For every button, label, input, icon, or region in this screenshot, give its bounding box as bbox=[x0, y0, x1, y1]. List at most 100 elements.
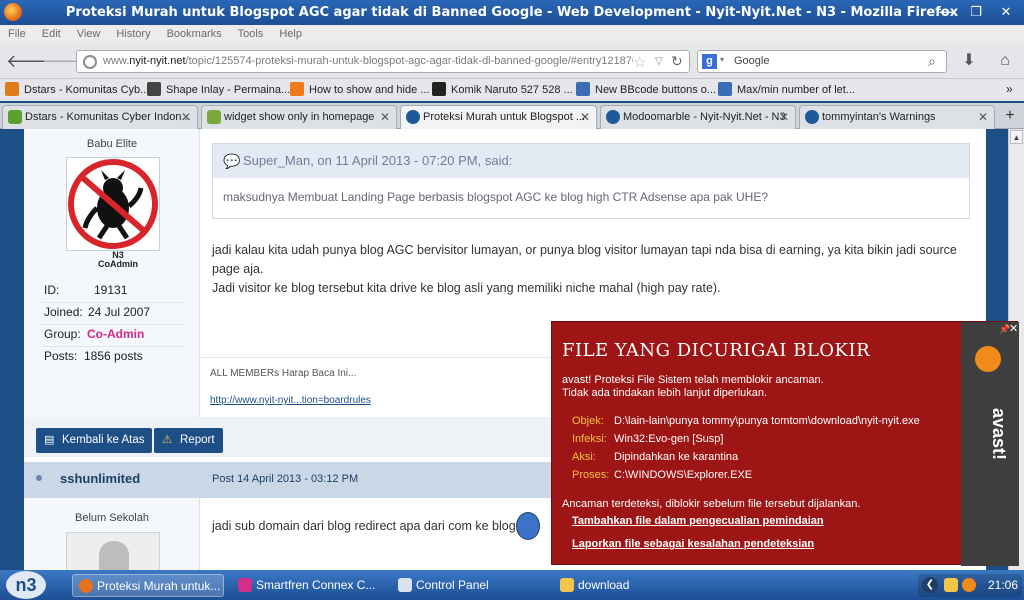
window-title: Proteksi Murah untuk Blogspot AGC agar t… bbox=[65, 5, 959, 20]
menu-bar: File Edit View History Bookmarks Tools Help bbox=[0, 25, 1024, 43]
menu-file[interactable]: File bbox=[8, 28, 26, 40]
bookmark-item[interactable]: How to show and hide ... bbox=[290, 82, 429, 98]
menu-view[interactable]: View bbox=[77, 28, 101, 40]
scroll-up-arrow-icon[interactable]: ▲ bbox=[1010, 130, 1023, 144]
tab-close-icon[interactable]: ✕ bbox=[779, 106, 789, 128]
chevron-right-icon[interactable]: » bbox=[1006, 82, 1013, 96]
blogger-icon bbox=[290, 82, 304, 96]
download-icon[interactable]: ⬇ bbox=[958, 51, 980, 71]
alert-message: Tidak ada tindakan lebih lanjut diperluk… bbox=[562, 387, 768, 399]
search-input[interactable]: Google bbox=[734, 55, 769, 67]
url-text[interactable]: www.nyit-nyit.net/topic/125574-proteksi-… bbox=[103, 55, 633, 67]
tab-close-icon[interactable]: ✕ bbox=[380, 106, 390, 128]
taskbar-item[interactable]: Smartfren Connex C... bbox=[232, 574, 382, 597]
dropdown-arrow-icon[interactable]: ▽ bbox=[655, 56, 663, 67]
search-engine-dropdown-icon[interactable]: ▾ bbox=[720, 55, 724, 64]
tab[interactable]: Dstars - Komunitas Cyber Indon... ✕ bbox=[2, 105, 198, 129]
avast-tray-icon[interactable] bbox=[962, 578, 976, 592]
bookmark-item[interactable]: Max/min number of let... bbox=[718, 82, 855, 98]
bm-icon bbox=[432, 82, 446, 96]
menu-tools[interactable]: Tools bbox=[238, 28, 264, 40]
bookmark-item[interactable]: Shape Inlay - Permaina... bbox=[147, 82, 290, 98]
stat-label: ID: bbox=[44, 283, 60, 297]
alert-title: FILE YANG DICURIGAI BLOKIR bbox=[562, 340, 871, 361]
tab[interactable]: tommyintan's Warnings ✕ bbox=[799, 105, 995, 129]
minimize-icon[interactable]: — bbox=[936, 3, 956, 21]
tab-active[interactable]: Proteksi Murah untuk Blogspot ... ✕ bbox=[400, 105, 597, 129]
quote-text: maksudnya Membuat Landing Page berbasis … bbox=[223, 190, 768, 204]
close-icon[interactable]: ✕ bbox=[996, 3, 1016, 21]
status-dot-icon bbox=[36, 475, 42, 481]
report-false-positive-link[interactable]: Laporkan file sebagai kesalahan pendetek… bbox=[572, 538, 814, 550]
tab-favicon-icon bbox=[606, 110, 620, 124]
tab[interactable]: widget show only in homepage ✕ bbox=[201, 105, 397, 129]
bookmark-item[interactable]: Komik Naruto 527 528 ... bbox=[432, 82, 573, 98]
post-date[interactable]: Post 14 April 2013 - 03:12 PM bbox=[212, 473, 358, 485]
tray-expand-icon[interactable]: ❮ bbox=[922, 577, 938, 593]
stat-row: Posts: 1856 posts bbox=[42, 347, 184, 369]
post-paragraph: jadi kalau kita udah punya blog AGC berv… bbox=[212, 243, 957, 276]
smartfren-icon bbox=[238, 578, 252, 592]
page-icon bbox=[718, 82, 732, 96]
forward-arrow-icon[interactable]: 🡒 bbox=[42, 51, 90, 71]
navigation-toolbar: 🡐 🡒 www.nyit-nyit.net/topic/125574-prote… bbox=[0, 43, 1024, 79]
menu-edit[interactable]: Edit bbox=[42, 28, 61, 40]
firefox-icon bbox=[79, 579, 93, 593]
avast-logo-icon bbox=[975, 346, 1001, 372]
stat-row: ID: 19131 bbox=[42, 281, 184, 303]
quote-header: 💬 Super_Man, on 11 April 2013 - 07:20 PM… bbox=[213, 144, 969, 178]
detail-row: Aksi: Dipindahkan ke karantina bbox=[572, 451, 739, 463]
tab-close-icon[interactable]: ✕ bbox=[181, 106, 191, 128]
menu-help[interactable]: Help bbox=[279, 28, 302, 40]
tab-close-icon[interactable]: ✕ bbox=[978, 106, 988, 128]
avatar[interactable] bbox=[66, 157, 160, 251]
page-icon bbox=[576, 82, 590, 96]
popup-close-icon[interactable]: ✕ bbox=[1009, 322, 1018, 335]
taskbar-item[interactable]: Control Panel bbox=[392, 574, 542, 597]
signature-link[interactable]: http://www.nyit-nyit...tion=boardrules bbox=[210, 395, 371, 406]
url-bar[interactable]: www.nyit-nyit.net/topic/125574-proteksi-… bbox=[76, 50, 690, 73]
taskbar-item[interactable]: Proteksi Murah untuk... bbox=[72, 574, 224, 597]
taskbar-item[interactable]: download bbox=[554, 574, 704, 597]
add-exclusion-link[interactable]: Tambahkan file dalam pengecualian pemind… bbox=[572, 515, 824, 527]
post-body: jadi sub domain dari blog redirect apa d… bbox=[212, 519, 516, 533]
menu-bookmarks[interactable]: Bookmarks bbox=[167, 28, 222, 40]
report-button[interactable]: ⚠ Report bbox=[154, 428, 223, 453]
back-arrow-icon[interactable]: 🡐 bbox=[6, 51, 54, 71]
quote-citation: Super_Man, on 11 April 2013 - 07:20 PM, … bbox=[243, 153, 513, 168]
menu-history[interactable]: History bbox=[116, 28, 150, 40]
avast-wordmark: avast! bbox=[989, 408, 1009, 461]
clock[interactable]: 21:06 bbox=[988, 578, 1018, 592]
bookmark-item[interactable]: Dstars - Komunitas Cyb... bbox=[5, 82, 149, 98]
bookmark-star-icon[interactable]: ☆ bbox=[633, 53, 646, 71]
magnifier-icon[interactable]: ⌕ bbox=[928, 53, 936, 70]
tab-favicon-icon bbox=[805, 110, 819, 124]
no-devil-avatar-icon bbox=[68, 159, 158, 249]
avatar[interactable] bbox=[66, 532, 160, 570]
back-to-top-button[interactable]: ▤ Kembali ke Atas bbox=[36, 428, 153, 453]
stat-label: Posts: bbox=[44, 349, 78, 363]
detail-row: Infeksi: Win32:Evo-gen [Susp] bbox=[572, 433, 724, 445]
default-avatar-icon bbox=[99, 541, 129, 570]
google-icon[interactable]: g bbox=[702, 54, 717, 69]
maximize-icon[interactable]: ❐ bbox=[966, 3, 986, 21]
member-rank: Belum Sekolah bbox=[75, 512, 149, 524]
tab[interactable]: Modoomarble - Nyit-Nyit.Net - N3 ✕ bbox=[600, 105, 796, 129]
new-tab-plus-icon[interactable]: + bbox=[1000, 107, 1020, 127]
avast-alert-popup: FILE YANG DICURIGAI BLOKIR avast! Protek… bbox=[551, 321, 1019, 566]
network-icon[interactable] bbox=[944, 578, 958, 592]
stat-row: Joined: 24 Jul 2007 bbox=[42, 303, 184, 325]
speech-bubble-icon: 💬 bbox=[223, 153, 241, 169]
bookmark-item[interactable]: New BBcode buttons o... bbox=[576, 82, 716, 98]
reload-icon[interactable]: ↻ bbox=[671, 53, 683, 70]
search-bar[interactable]: g ▾ Google ⌕ bbox=[697, 50, 947, 73]
quote-block: 💬 Super_Man, on 11 April 2013 - 07:20 PM… bbox=[212, 143, 970, 219]
site-identity-icon[interactable] bbox=[83, 55, 97, 69]
post-author[interactable]: sshunlimited bbox=[60, 471, 140, 486]
detail-row: Proses: C:\WINDOWS\Explorer.EXE bbox=[572, 469, 753, 481]
tab-close-icon[interactable]: ✕ bbox=[580, 106, 590, 128]
stat-value: 1856 posts bbox=[84, 349, 143, 363]
home-icon[interactable]: ⌂ bbox=[994, 51, 1016, 71]
window-title-bar: Proteksi Murah untuk Blogspot AGC agar t… bbox=[0, 0, 1024, 25]
start-button[interactable]: n3 bbox=[6, 571, 46, 599]
